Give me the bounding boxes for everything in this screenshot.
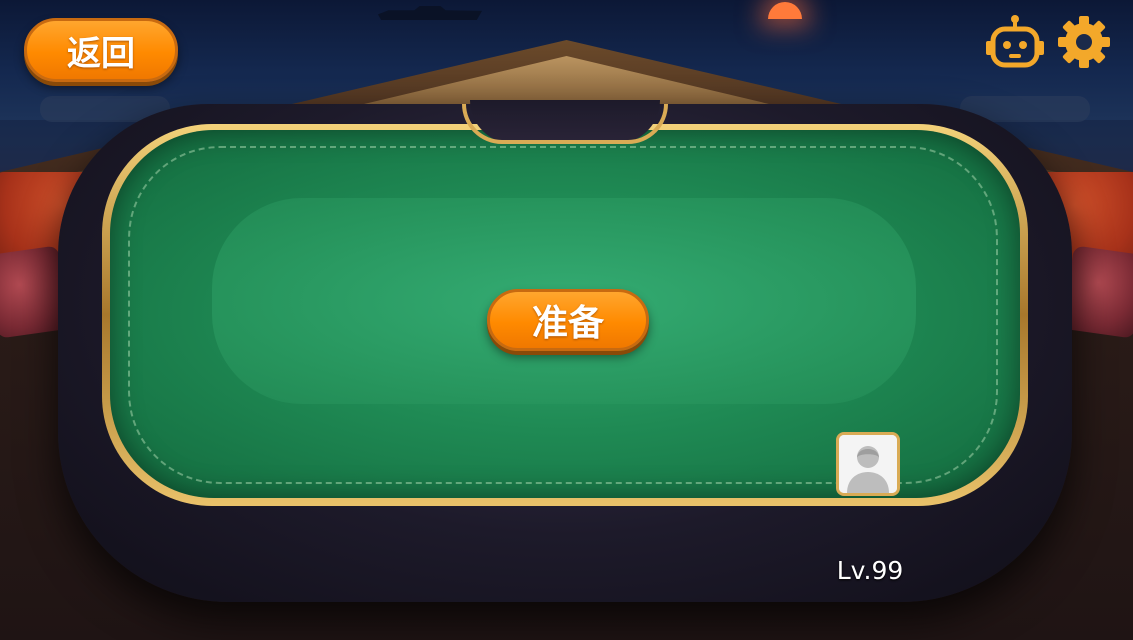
- ready-button[interactable]: 准备: [487, 289, 649, 351]
- back-button[interactable]: 返回: [24, 18, 178, 82]
- gear-icon[interactable]: [1056, 14, 1112, 70]
- player-avatar[interactable]: [836, 432, 900, 496]
- player-level: Lv.99: [836, 556, 904, 585]
- right-pillow: [1062, 245, 1133, 339]
- default-avatar-icon: [839, 435, 897, 493]
- robot-icon[interactable]: [985, 14, 1045, 70]
- table-notch-trim: [462, 104, 668, 144]
